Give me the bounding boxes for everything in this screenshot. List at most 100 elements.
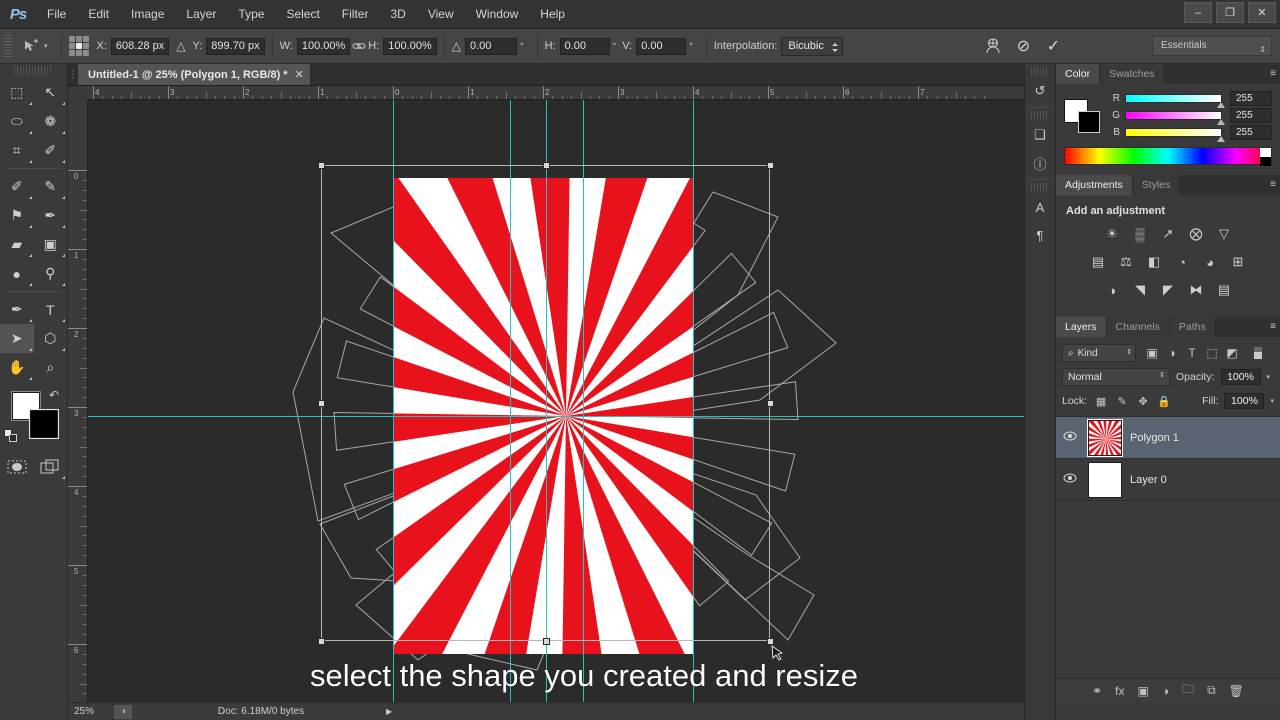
paragraph-panel-icon[interactable]: ¶ (1025, 221, 1055, 249)
document-tab[interactable]: Untitled-1 @ 25% (Polygon 1, RGB/8) * ✕ (78, 64, 311, 85)
filter-smart-objects-icon[interactable]: ◩ (1222, 344, 1242, 362)
character-panel-icon[interactable]: A (1025, 193, 1055, 221)
filter-toggle-switch[interactable] (1248, 344, 1268, 362)
spot-healing-brush-tool[interactable]: ✐ (0, 172, 34, 201)
rotate-field[interactable]: 0.00 (464, 37, 517, 55)
horizontal-type-tool[interactable]: T (34, 295, 68, 324)
warp-mode-icon[interactable] (983, 36, 1003, 56)
skew-h-field[interactable]: 0.00 (559, 37, 610, 55)
tab-strip-grip[interactable]: ⋮ (68, 63, 78, 85)
handle-bottom-left[interactable] (318, 638, 325, 645)
dock-grip[interactable] (1031, 183, 1049, 191)
color-panel-menu-icon[interactable]: ≡ (1270, 68, 1276, 79)
tab-styles[interactable]: Styles (1132, 175, 1181, 195)
handle-top-right[interactable] (767, 162, 774, 169)
lock-image-pixels-icon[interactable]: ✎ (1114, 393, 1130, 409)
options-bar-grip[interactable] (4, 35, 12, 57)
proof-colors-icon[interactable]: ◑ (114, 704, 132, 719)
interpolation-select[interactable]: Bicubic (781, 36, 844, 56)
brightness-contrast-icon[interactable]: ☀ (1103, 225, 1121, 243)
handle-middle-left[interactable] (318, 400, 325, 407)
lock-position-icon[interactable]: ✥ (1135, 393, 1151, 409)
selective-color-icon[interactable]: ⧓ (1187, 281, 1205, 299)
photo-filter-icon[interactable]: ◔ (1173, 253, 1191, 271)
b-value[interactable]: 255 (1230, 125, 1272, 140)
blur-tool[interactable]: ● (0, 259, 34, 288)
screen-mode-icon[interactable] (34, 452, 68, 481)
layer-visibility-icon[interactable] (1060, 473, 1080, 486)
zoom-level-field[interactable]: 25% (68, 706, 114, 717)
opacity-chevron-icon[interactable]: ▾ (1267, 373, 1271, 381)
menu-item-3d[interactable]: 3D (379, 0, 416, 29)
link-aspect-ratio-icon[interactable] (350, 38, 368, 54)
color-lookup-icon[interactable]: ⊞ (1229, 253, 1247, 271)
hand-tool[interactable]: ✋ (0, 353, 34, 382)
quick-mask-icon[interactable] (0, 452, 34, 481)
color-balance-icon[interactable]: ⚖ (1117, 253, 1135, 271)
blend-mode-select[interactable]: Normal ⇕ (1062, 368, 1170, 386)
commit-transform-icon[interactable]: ✓ (1043, 36, 1063, 56)
close-document-icon[interactable]: ✕ (295, 68, 304, 81)
polygon-tool[interactable]: ⬡ (34, 324, 68, 353)
swap-colors-icon[interactable]: ↶ (49, 388, 59, 402)
handle-top-center[interactable] (543, 162, 550, 169)
menu-item-image[interactable]: Image (120, 0, 175, 29)
crop-tool[interactable]: ⌗ (0, 136, 34, 165)
menu-item-type[interactable]: Type (227, 0, 275, 29)
layer-thumbnail[interactable] (1088, 419, 1122, 456)
history-brush-tool[interactable]: ✒ (34, 201, 68, 230)
lock-transparent-pixels-icon[interactable]: ▦ (1093, 393, 1109, 409)
move-transform-tool-icon[interactable] (18, 34, 44, 58)
x-field[interactable]: 608.28 px (110, 37, 170, 55)
new-group-icon[interactable]: 🗀 (1182, 680, 1194, 701)
layer-style-icon[interactable]: fx (1115, 684, 1124, 698)
menu-item-file[interactable]: File (36, 0, 77, 29)
hue-saturation-icon[interactable]: ▤ (1089, 253, 1107, 271)
width-field[interactable]: 100.00% (296, 37, 351, 55)
adjustments-panel-menu-icon[interactable]: ≡ (1270, 179, 1276, 190)
workspace-selector[interactable]: Essentials ⇕ (1152, 36, 1272, 56)
exposure-icon[interactable]: ⨂ (1187, 225, 1205, 243)
background-color-swatch[interactable] (30, 410, 58, 438)
skew-v-field[interactable]: 0.00 (636, 37, 687, 55)
dodge-tool[interactable]: ⚲ (34, 259, 68, 288)
handle-bottom-center[interactable] (543, 638, 550, 645)
filter-adjustment-layers-icon[interactable]: ◑ (1162, 344, 1182, 362)
vertical-ruler[interactable]: 0 1 2 3 4 5 6 (68, 100, 88, 706)
filter-type-layers-icon[interactable]: T (1182, 344, 1202, 362)
layer-row[interactable]: Polygon 1 (1056, 417, 1280, 459)
y-field[interactable]: 899.70 px (206, 37, 265, 55)
new-fill-adjustment-layer-icon[interactable]: ◑ (1162, 684, 1169, 698)
status-menu-arrow-icon[interactable]: ▶ (386, 707, 392, 716)
posterize-icon[interactable]: ◥ (1131, 281, 1149, 299)
g-value[interactable]: 255 (1230, 108, 1272, 123)
pen-tool[interactable]: ✒ (0, 295, 34, 324)
handle-bottom-right[interactable] (767, 638, 774, 645)
handle-middle-right[interactable] (767, 400, 774, 407)
gradient-tool[interactable]: ▣ (34, 230, 68, 259)
tab-channels[interactable]: Channels (1106, 317, 1170, 337)
menu-item-layer[interactable]: Layer (175, 0, 227, 29)
menu-item-select[interactable]: Select (275, 0, 330, 29)
restore-button[interactable]: ❐ (1216, 2, 1244, 23)
history-panel-icon[interactable]: ↺ (1025, 77, 1055, 105)
reference-point-locator[interactable] (68, 36, 89, 56)
menu-item-window[interactable]: Window (465, 0, 530, 29)
dock-grip[interactable] (1031, 67, 1049, 75)
zoom-tool[interactable]: ⌕ (34, 353, 68, 382)
dock-grip[interactable] (1031, 111, 1049, 119)
eraser-tool[interactable]: ▰ (0, 230, 34, 259)
height-field[interactable]: 100.00% (383, 37, 437, 55)
filter-pixel-layers-icon[interactable]: ▣ (1142, 344, 1162, 362)
link-layers-icon[interactable]: ⚭ (1092, 684, 1102, 698)
levels-icon[interactable]: ▒ (1131, 225, 1149, 243)
layer-visibility-icon[interactable] (1060, 431, 1080, 444)
layer-name[interactable]: Polygon 1 (1130, 432, 1179, 444)
b-slider[interactable] (1125, 128, 1225, 142)
tools-panel-grip[interactable] (14, 66, 53, 75)
horizontal-ruler[interactable]: 4 3 2 1 0 1 2 3 4 5 6 7 (88, 86, 1080, 100)
info-panel-icon[interactable]: ⓘ (1025, 149, 1055, 177)
menu-item-view[interactable]: View (417, 0, 465, 29)
g-slider[interactable] (1125, 111, 1225, 125)
threshold-icon[interactable]: ◤ (1159, 281, 1177, 299)
